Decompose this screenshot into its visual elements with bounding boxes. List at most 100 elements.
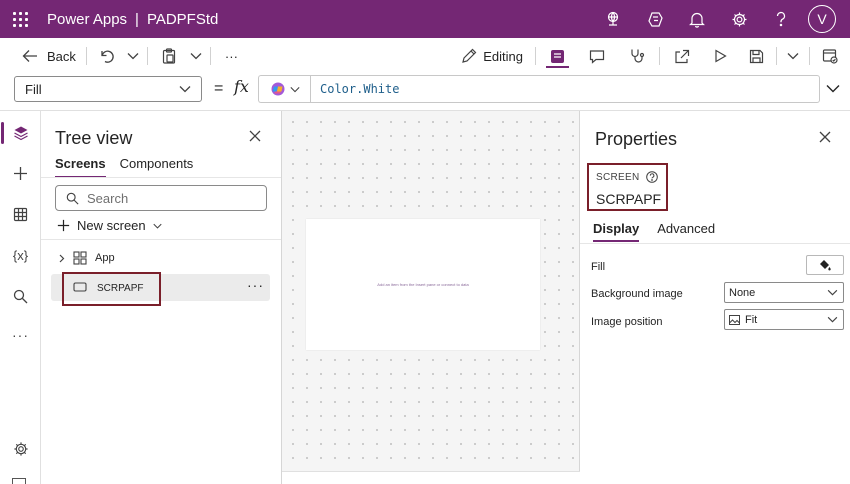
command-bar: Back ··· Editing: [0, 38, 850, 74]
avatar-initial: V: [817, 11, 827, 27]
help-icon: [776, 11, 786, 27]
formula-bar: Fill = fx Color.White: [0, 74, 850, 106]
notification-bell-icon: [689, 12, 705, 28]
properties-close-button[interactable]: [819, 130, 831, 148]
tree-close-button[interactable]: [249, 129, 261, 147]
comments-button[interactable]: [577, 38, 617, 74]
chevron-down-icon: [826, 85, 840, 93]
expand-formula-button[interactable]: [826, 80, 840, 98]
save-button[interactable]: [739, 38, 774, 74]
environment-button[interactable]: [592, 0, 634, 38]
title-separator: |: [135, 10, 139, 28]
tree-node-app[interactable]: App: [59, 251, 115, 265]
more-icon: ···: [12, 327, 29, 343]
rail-data[interactable]: [0, 194, 41, 234]
image-position-label: Image position: [591, 316, 663, 328]
image-position-dropdown[interactable]: Fit: [724, 309, 844, 330]
image-position-value: Fit: [745, 313, 758, 326]
product-name: Power Apps: [47, 10, 128, 28]
tree-view-title: Tree view: [55, 128, 133, 148]
share-button[interactable]: [662, 38, 702, 74]
preview-button[interactable]: [702, 38, 739, 74]
fx-icon[interactable]: fx: [234, 77, 249, 96]
copilot-formula-button[interactable]: [258, 75, 310, 103]
properties-tabs: Display Advanced: [593, 221, 715, 242]
editing-mode-button[interactable]: Editing: [451, 38, 533, 74]
tab-components[interactable]: Components: [120, 156, 194, 178]
canvas-view-button[interactable]: [538, 38, 577, 74]
properties-pane: Properties SCREEN SCRPAPF Display Advanc…: [580, 111, 850, 484]
form-view-icon: [551, 49, 564, 63]
rail-variables[interactable]: {x}: [0, 235, 41, 275]
settings-button[interactable]: [718, 0, 760, 38]
variables-icon: {x}: [12, 247, 29, 263]
undo-menu-button[interactable]: [121, 38, 145, 74]
rail-insert[interactable]: [0, 153, 41, 193]
comment-icon: [589, 49, 605, 64]
chevron-down-icon: [127, 53, 139, 60]
copilot-hub-icon: [647, 11, 663, 27]
tree-search-input[interactable]: Search: [55, 185, 267, 211]
screen-more-button[interactable]: ···: [247, 277, 264, 293]
property-dropdown[interactable]: Fill: [14, 76, 202, 102]
canvas-status-bar: [282, 471, 580, 484]
waffle-icon: [12, 11, 28, 27]
chevron-down-icon: [190, 53, 202, 60]
back-button[interactable]: Back: [0, 38, 84, 74]
back-label: Back: [47, 48, 76, 64]
stethoscope-icon: [631, 49, 645, 63]
chevron-down-icon: [153, 223, 162, 229]
screen-node-highlight: [62, 272, 161, 306]
app-checker-button[interactable]: [617, 38, 657, 74]
rail-settings[interactable]: [0, 429, 41, 469]
app-header: Power Apps | PADPFStd V: [0, 0, 850, 38]
formula-expression: Color.White: [320, 82, 400, 96]
selected-screen-highlight: SCREEN SCRPAPF: [587, 163, 668, 211]
publish-button[interactable]: [812, 38, 850, 74]
tab-advanced[interactable]: Advanced: [657, 221, 715, 242]
undo-icon: [101, 50, 114, 63]
more-commands-button[interactable]: ···: [213, 38, 250, 74]
help-circle-icon[interactable]: [646, 171, 659, 183]
help-button[interactable]: [760, 0, 802, 38]
paste-button[interactable]: [150, 38, 184, 74]
formula-input[interactable]: Color.White: [310, 75, 820, 103]
header-actions: V: [592, 0, 850, 38]
toolbar-divider: [209, 47, 211, 65]
tree-tabs-divider: [41, 177, 281, 178]
toolbar-divider: [146, 47, 148, 65]
copilot-hub-button[interactable]: [634, 0, 676, 38]
paste-menu-button[interactable]: [184, 38, 208, 74]
chevron-down-icon: [827, 289, 838, 296]
new-screen-button[interactable]: New screen: [57, 218, 162, 233]
rail-tree-view[interactable]: [0, 113, 41, 153]
save-menu-button[interactable]: [779, 38, 807, 74]
equals-sign: =: [214, 80, 224, 97]
more-icon: ···: [224, 48, 238, 64]
rail-search[interactable]: [0, 276, 41, 316]
user-avatar[interactable]: V: [808, 5, 836, 33]
copilot-icon: [271, 82, 284, 96]
arrow-left-icon: [22, 50, 37, 62]
search-icon: [13, 289, 28, 303]
rail-account-icon[interactable]: [12, 478, 26, 484]
tree-view-pane: Tree view Screens Components Search New …: [41, 111, 282, 484]
background-image-value: None: [729, 286, 756, 299]
canvas-area[interactable]: Add an item from the Insert pane or conn…: [282, 111, 580, 484]
canvas-empty-hint: Add an item from the Insert pane or conn…: [377, 282, 469, 287]
tab-screens[interactable]: Screens: [55, 156, 106, 178]
rail-more[interactable]: ···: [0, 315, 41, 355]
tab-display[interactable]: Display: [593, 221, 640, 242]
tree-list-divider: [41, 239, 281, 240]
pencil-icon: [462, 48, 477, 63]
publish-icon: [822, 49, 838, 64]
background-image-label: Background image: [591, 288, 683, 300]
plus-icon: [14, 166, 27, 180]
notifications-button[interactable]: [676, 0, 718, 38]
undo-button[interactable]: [89, 38, 121, 74]
app-title: Power Apps | PADPFStd: [47, 11, 218, 28]
canvas-screen[interactable]: Add an item from the Insert pane or conn…: [306, 219, 540, 350]
background-image-dropdown[interactable]: None: [724, 282, 844, 303]
app-launcher-button[interactable]: [0, 0, 40, 38]
fill-color-picker[interactable]: [806, 255, 844, 275]
